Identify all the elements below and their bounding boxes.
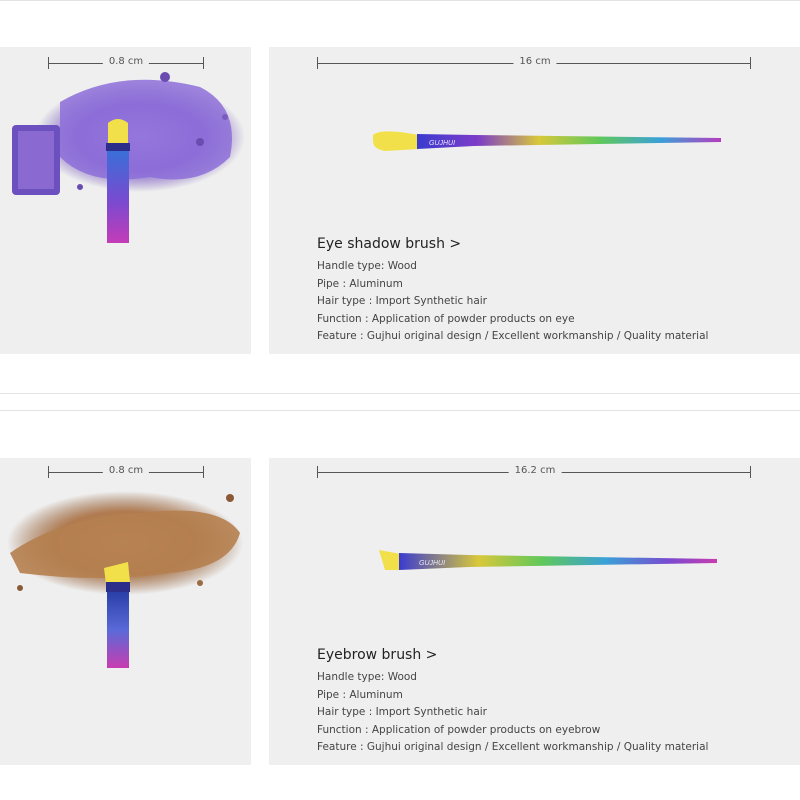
eyebrow-swatch-panel: 0.8 cm: [0, 458, 251, 765]
length-dimension-marker: 16.2 cm: [317, 465, 751, 478]
product-title: Eyebrow brush >: [317, 647, 438, 663]
spec-function: Function : Application of powder product…: [317, 723, 601, 736]
section-divider: [0, 410, 800, 411]
eyebrow-powder-image: [7, 491, 243, 668]
spec-hair: Hair type : Import Synthetic hair: [317, 706, 487, 718]
length-dimension-label: 16 cm: [513, 56, 557, 67]
product-title: Eye shadow brush >: [317, 236, 462, 252]
eyeshadow-info-panel: 16 cm GUJHUI Eye shadow brush > Handle t…: [269, 47, 800, 354]
eyeshadow-powder-image: [12, 72, 245, 243]
eyebrow-brush-image: GUJHUI: [379, 550, 717, 570]
eyebrow-info-panel: 16.2 cm GUJHUI Eyebrow brush > Handle ty…: [269, 458, 800, 765]
section-divider: [0, 393, 800, 394]
brand-mark: GUJHUI: [419, 560, 445, 567]
spec-handle: Handle type: Wood: [317, 671, 417, 683]
eyeshadow-brush-image: GUJHUI: [373, 131, 721, 151]
spec-feature: Feature : Gujhui original design / Excel…: [317, 330, 709, 342]
eyeshadow-swatch-panel: 0.8 cm: [0, 47, 251, 354]
spec-handle: Handle type: Wood: [317, 260, 417, 272]
spec-pipe: Pipe : Aluminum: [317, 688, 403, 701]
product-specs: Handle type: Wood Pipe : Aluminum Hair t…: [317, 258, 708, 346]
brand-mark: GUJHUI: [429, 140, 455, 147]
spec-pipe: Pipe : Aluminum: [317, 277, 403, 290]
top-divider: [0, 0, 800, 1]
spec-feature: Feature : Gujhui original design / Excel…: [317, 741, 709, 753]
product-specs: Handle type: Wood Pipe : Aluminum Hair t…: [317, 669, 708, 757]
spec-function: Function : Application of powder product…: [317, 312, 575, 325]
spec-hair: Hair type : Import Synthetic hair: [317, 295, 487, 307]
length-dimension-marker: 16 cm: [317, 56, 751, 69]
length-dimension-label: 16.2 cm: [508, 465, 562, 476]
